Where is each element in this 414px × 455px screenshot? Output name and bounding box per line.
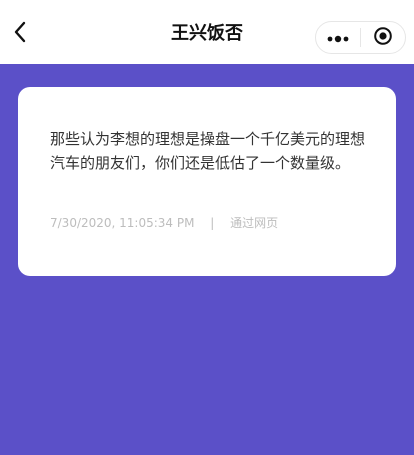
nav-bar: 王兴饭否 — [0, 0, 414, 64]
post-meta: 7/30/2020, 11:05:34 PM | 通过网页 — [50, 215, 278, 231]
post-text: 那些认为李想的理想是操盘一个千亿美元的理想汽车的朋友们，你们还是低估了一个数量级… — [50, 130, 366, 172]
target-circle-icon — [373, 26, 393, 50]
more-button[interactable] — [316, 22, 360, 53]
meta-separator: | — [210, 216, 215, 230]
mini-program-capsule — [315, 21, 406, 54]
more-dots-icon — [327, 28, 349, 47]
close-button[interactable] — [361, 22, 405, 53]
post-card: 那些认为李想的理想是操盘一个千亿美元的理想汽车的朋友们，你们还是低估了一个数量级… — [18, 87, 396, 276]
post-source: 通过网页 — [230, 216, 279, 230]
post-timestamp: 7/30/2020, 11:05:34 PM — [50, 216, 195, 230]
